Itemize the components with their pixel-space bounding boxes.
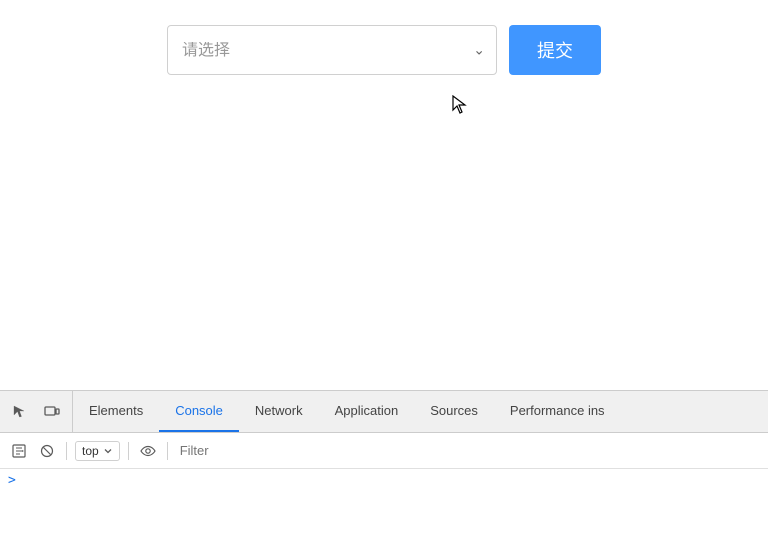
context-chevron-icon bbox=[103, 446, 113, 456]
tab-network[interactable]: Network bbox=[239, 391, 319, 432]
devtools-toolbar: top bbox=[0, 433, 768, 469]
tab-elements[interactable]: Elements bbox=[73, 391, 159, 432]
select-wrapper: 请选择 ⌄ bbox=[167, 25, 497, 75]
tab-sources[interactable]: Sources bbox=[414, 391, 494, 432]
toolbar-separator-3 bbox=[167, 442, 168, 460]
devtools-header: Elements Console Network Application Sou… bbox=[0, 391, 768, 433]
toolbar-separator bbox=[66, 442, 67, 460]
devtools-tabs: Elements Console Network Application Sou… bbox=[73, 391, 768, 432]
console-area: > bbox=[0, 469, 768, 558]
filter-input[interactable] bbox=[176, 441, 760, 460]
console-prompt-row: > bbox=[8, 473, 760, 488]
context-selector[interactable]: top bbox=[75, 441, 120, 461]
console-caret: > bbox=[8, 473, 16, 488]
context-label: top bbox=[82, 444, 99, 458]
device-toolbar-icon[interactable] bbox=[40, 400, 64, 424]
page-content: 请选择 ⌄ 提交 bbox=[0, 0, 768, 390]
tab-performance[interactable]: Performance ins bbox=[494, 391, 621, 432]
dropdown-select[interactable]: 请选择 bbox=[167, 25, 497, 75]
toolbar-separator-2 bbox=[128, 442, 129, 460]
tab-console[interactable]: Console bbox=[159, 391, 239, 432]
inspect-element-icon[interactable] bbox=[8, 400, 32, 424]
live-expressions-icon[interactable] bbox=[137, 440, 159, 462]
devtools-panel: Elements Console Network Application Sou… bbox=[0, 390, 768, 558]
submit-button[interactable]: 提交 bbox=[509, 25, 601, 75]
devtools-icon-group bbox=[0, 391, 73, 432]
clear-console-icon[interactable] bbox=[36, 440, 58, 462]
form-row: 请选择 ⌄ 提交 bbox=[167, 25, 601, 75]
execute-script-icon[interactable] bbox=[8, 440, 30, 462]
tab-application[interactable]: Application bbox=[319, 391, 415, 432]
